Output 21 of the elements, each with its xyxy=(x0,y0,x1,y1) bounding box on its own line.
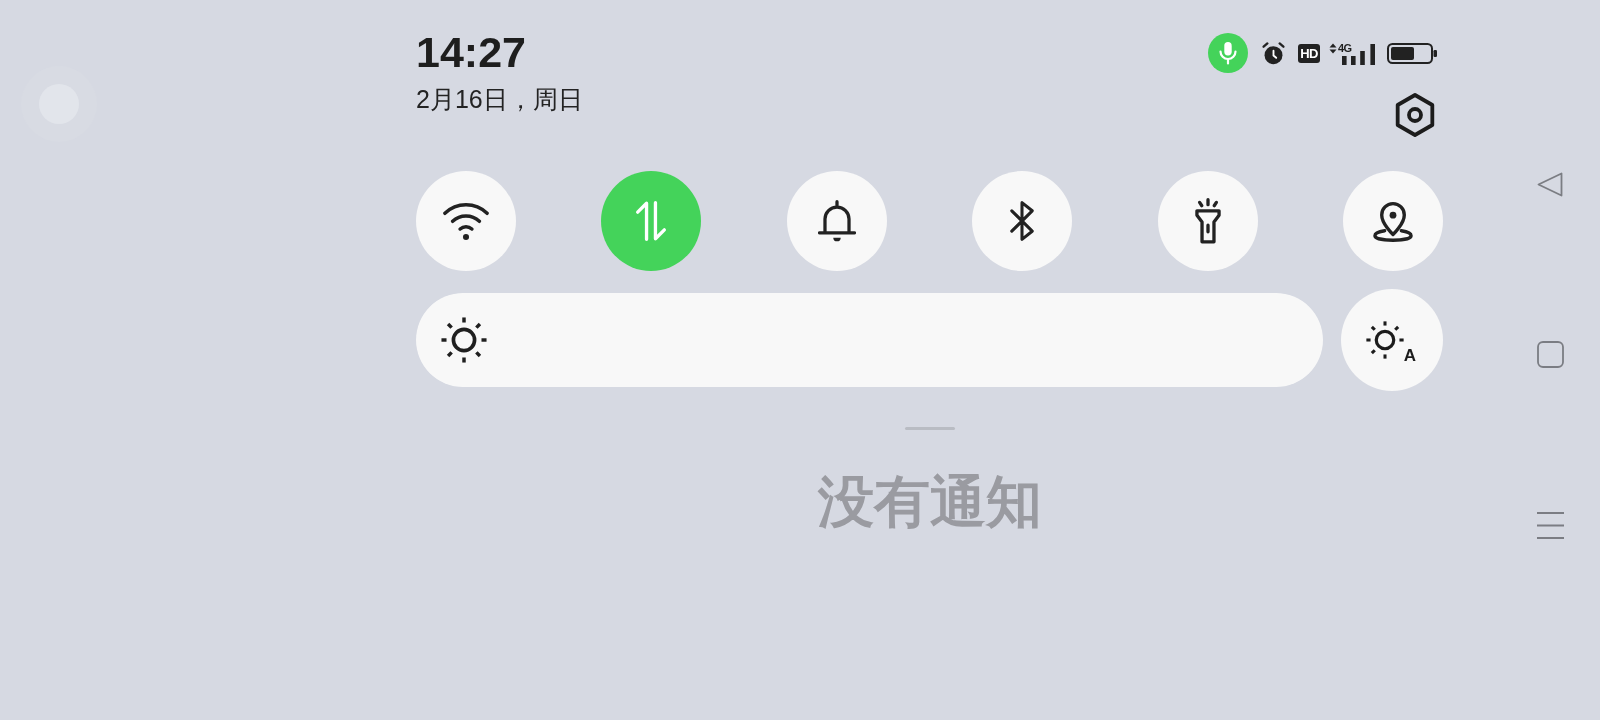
menu-icon[interactable] xyxy=(1536,512,1564,539)
network-type-label: 4G xyxy=(1338,41,1352,54)
clock-time: 14:27 xyxy=(416,28,527,76)
home-icon[interactable] xyxy=(1536,341,1564,368)
alarm-clock-icon xyxy=(1261,40,1287,66)
microphone-icon xyxy=(1208,33,1249,73)
settings-icon[interactable] xyxy=(1394,93,1436,137)
bluetooth-icon xyxy=(1010,201,1035,241)
sun-icon xyxy=(441,317,487,363)
wifi-icon xyxy=(443,202,489,240)
up-down-arrows-icon xyxy=(635,201,668,241)
location-pin-icon xyxy=(1372,200,1413,242)
no-notifications-text: 没有通知 xyxy=(817,470,1042,534)
hd-badge: HD xyxy=(1298,43,1320,63)
bell-icon xyxy=(817,198,856,244)
clock-date: 2月16日，周日 xyxy=(416,84,583,115)
up-down-arrows-icon xyxy=(1329,42,1337,54)
auto-brightness-button[interactable]: A xyxy=(1341,289,1443,391)
battery-icon xyxy=(1387,42,1437,64)
sun-icon xyxy=(1365,321,1404,359)
back-icon[interactable] xyxy=(1537,172,1563,197)
